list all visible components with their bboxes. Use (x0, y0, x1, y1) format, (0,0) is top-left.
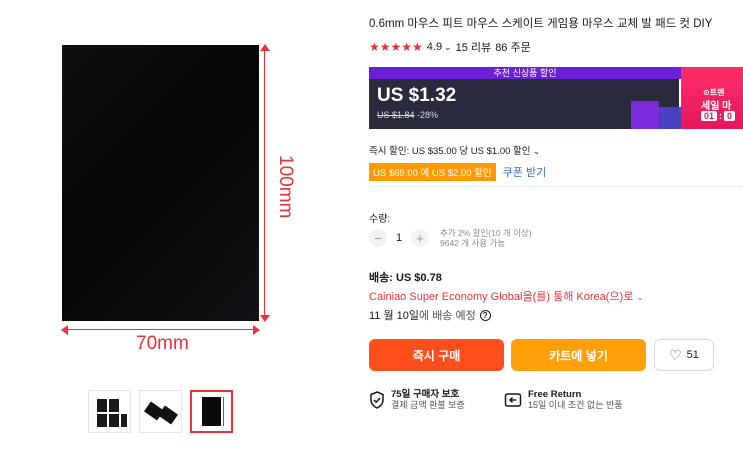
shipping-cost: 배송: US $0.78 (369, 272, 442, 284)
wishlist-count: 51 (686, 349, 699, 361)
instant-discount-info[interactable]: 즉시 할인: US $35.00 당 US $1.00 할인 ⌄ (369, 143, 540, 157)
thumbnail-strip (88, 390, 233, 433)
promo-banner-title: 추천 신상품 할인 (369, 67, 681, 79)
original-price-row: US $1.84 -28% (377, 110, 438, 120)
quantity-value[interactable]: 1 (394, 232, 404, 244)
shipping-method-link[interactable]: Cainiao Super Economy Global을(를) 통해 Kore… (369, 288, 644, 304)
sale-countdown-badge: ⊙트렌 세일 마 01 : 0 (681, 67, 743, 129)
rating-row: ★★★★★ 4.9 ⌄ 15 리뷰 86 주문 (369, 39, 531, 55)
quantity-label: 수량: (369, 214, 391, 225)
chevron-down-icon: ⌄ (636, 292, 644, 302)
product-title: 0.6mm 마우스 피트 마우스 스케이트 게임용 마우스 교체 발 패드 컷 … (369, 18, 713, 30)
sale-label: 세일 마 (701, 101, 732, 112)
buyer-protection-feature[interactable]: 75일 구매자 보호 결제 금액 환불 보증 (369, 389, 465, 411)
thumbnail-3-selected[interactable] (190, 390, 233, 433)
order-count: 86 주문 (495, 42, 531, 54)
buy-now-button[interactable]: 즉시 구매 (369, 339, 504, 371)
coupon-row: US $69.00 에 US $2.00 할인 쿠폰 받기 (369, 163, 546, 181)
countdown-timer: 01 : 0 (701, 111, 736, 121)
current-price: US $1.32 (377, 85, 457, 106)
chevron-down-icon[interactable]: ⌄ (444, 42, 452, 53)
quantity-stepper: − 1 + 추가 2% 할인(10 개 이상) 9642 개 사용 가능 (369, 228, 532, 248)
quantity-note: 추가 2% 할인(10 개 이상) 9642 개 사용 가능 (440, 228, 532, 248)
shield-check-icon (370, 391, 384, 409)
original-price: US $1.84 (377, 110, 415, 120)
divider (369, 186, 743, 187)
dimension-vertical-line (260, 44, 270, 322)
mouse-skate-pad-image (62, 45, 259, 321)
chevron-down-icon: ⌄ (533, 147, 540, 156)
heart-icon: ♡ (669, 346, 682, 363)
thumbnail-1[interactable] (88, 390, 131, 433)
add-to-cart-button[interactable]: 카트에 넣기 (511, 339, 646, 371)
delivery-estimate: 11 월 10일에 배송 예정 ? (369, 307, 491, 323)
quantity-decrease-button[interactable]: − (369, 229, 387, 247)
rating-value[interactable]: 4.9 (427, 41, 442, 53)
dimension-width-label: 70mm (136, 333, 189, 354)
wishlist-button[interactable]: ♡ 51 (654, 339, 714, 371)
return-icon (504, 393, 522, 407)
thumbnail-2[interactable] (139, 390, 182, 433)
coupon-tag: US $69.00 에 US $2.00 할인 (369, 163, 496, 181)
get-coupon-link[interactable]: 쿠폰 받기 (503, 164, 547, 180)
free-return-feature[interactable]: Free Return 15일 이내 조건 없는 반품 (504, 389, 623, 411)
dimension-height-label: 100mm (275, 155, 296, 219)
discount-percent: -28% (417, 110, 439, 120)
star-rating-icon: ★★★★★ (369, 40, 423, 54)
delivery-date: 11 월 10일 (369, 310, 420, 322)
quantity-increase-button[interactable]: + (411, 229, 429, 247)
help-icon[interactable]: ? (479, 309, 491, 321)
review-count[interactable]: 15 리뷰 (456, 39, 492, 55)
product-main-image[interactable]: 100mm 70mm (52, 35, 296, 355)
price-promo-banner: 추천 신상품 할인 US $1.32 US $1.84 -28% ⊙트렌 세일 … (369, 67, 743, 129)
